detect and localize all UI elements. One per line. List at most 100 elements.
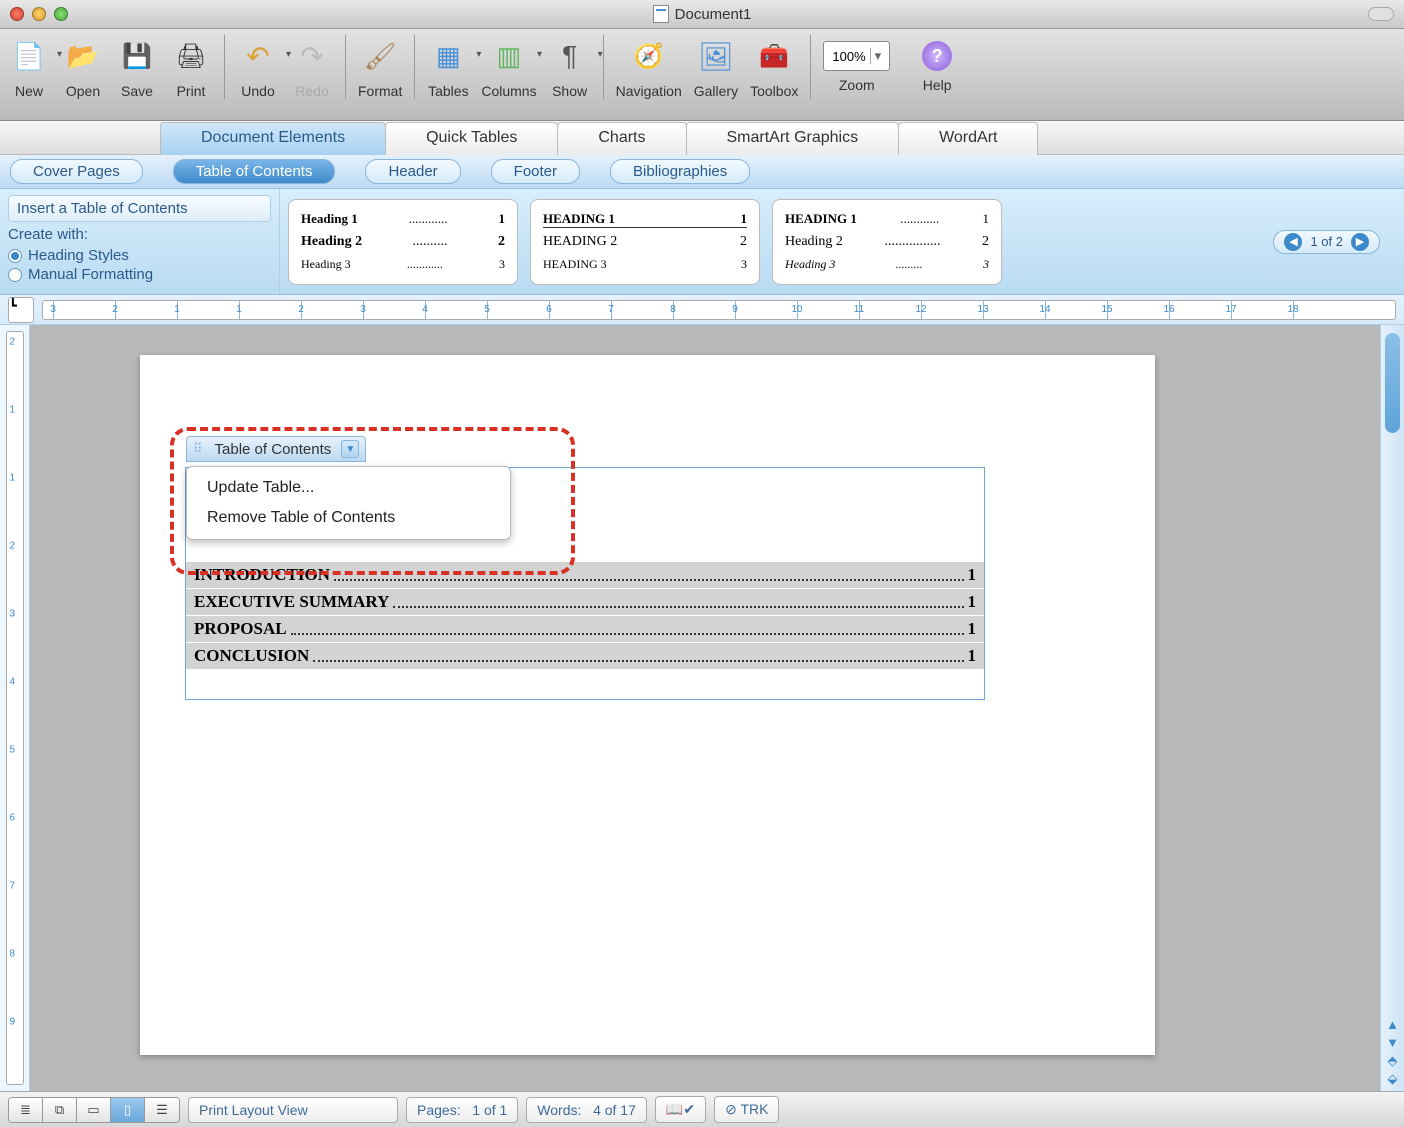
open-icon: 📂 (62, 35, 104, 77)
gallery-icon: 🖼 (695, 35, 737, 77)
zoom-value: 100% (828, 49, 869, 64)
tab-smartart[interactable]: SmartArt Graphics (686, 122, 900, 155)
tab-charts[interactable]: Charts (557, 122, 686, 155)
help-button[interactable]: ?Help (922, 35, 952, 93)
vertical-ruler[interactable]: 21123456789 (6, 331, 24, 1085)
toc-gallery: Heading 1............1 Heading 2........… (280, 189, 1404, 294)
print-button[interactable]: 🖨Print (170, 35, 225, 99)
document-icon (653, 5, 669, 23)
status-bar: ≣ ⧉ ▭ ▯ ☰ Print Layout View Pages: 1 of … (0, 1091, 1404, 1127)
undo-button[interactable]: ↶Undo (237, 35, 279, 99)
next-page-icon[interactable]: ⬙ (1381, 1071, 1404, 1089)
toc-options-row: Insert a Table of Contents Create with: … (0, 189, 1404, 295)
toc-field-handle[interactable]: ⠿ Table of Contents ▼ (186, 436, 366, 462)
menu-remove-toc[interactable]: Remove Table of Contents (187, 503, 510, 533)
cover-pages-button[interactable]: Cover Pages (10, 159, 143, 184)
open-button[interactable]: 📂Open (62, 35, 104, 99)
words-field[interactable]: Words: 4 of 17 (526, 1097, 647, 1123)
view-draft-button[interactable]: ≣ (9, 1098, 43, 1122)
gallery-item[interactable]: HEADING 11 HEADING 22 HEADING 33 (530, 199, 760, 285)
sub-ribbon: Cover Pages Table of Contents Header Foo… (0, 155, 1404, 189)
view-notebook-button[interactable]: ☰ (145, 1098, 179, 1122)
navigation-button[interactable]: 🧭Navigation (616, 35, 682, 99)
toc-entry[interactable]: PROPOSAL1 (186, 615, 984, 642)
pager-label: 1 of 2 (1310, 234, 1343, 249)
view-outline-button[interactable]: ⧉ (43, 1098, 77, 1122)
window-title-text: Document1 (675, 6, 752, 23)
tab-selector[interactable]: ┗ (8, 297, 34, 323)
gallery-button[interactable]: 🖼Gallery (694, 35, 738, 99)
menu-update-table[interactable]: Update Table... (187, 473, 510, 503)
toolbar-pill-button[interactable] (1368, 7, 1394, 21)
toolbox-button[interactable]: 🧰Toolbox (750, 35, 811, 99)
create-with-label: Create with: (8, 226, 271, 243)
gallery-item[interactable]: HEADING 1............1 Heading 2........… (772, 199, 1002, 285)
horizontal-ruler[interactable]: 321123456789101112131415161718 (42, 300, 1396, 320)
view-buttons: ≣ ⧉ ▭ ▯ ☰ (8, 1097, 180, 1123)
radio-dot-icon (8, 268, 22, 282)
tab-quick-tables[interactable]: Quick Tables (385, 122, 558, 155)
print-icon: 🖨 (170, 35, 212, 77)
toc-context-menu: Update Table... Remove Table of Contents (186, 466, 511, 540)
table-of-contents-button[interactable]: Table of Contents (173, 159, 336, 184)
vertical-ruler-gutter: 21123456789 (0, 325, 30, 1091)
radio-manual-formatting[interactable]: Manual Formatting (8, 266, 271, 283)
toc-entry[interactable]: CONCLUSION1 (186, 642, 984, 669)
save-icon: 💾 (116, 35, 158, 77)
tables-button[interactable]: ▦Tables (427, 35, 469, 99)
redo-button[interactable]: ↷Redo (291, 35, 346, 99)
new-icon: 📄 (8, 35, 50, 77)
undo-icon: ↶ (237, 35, 279, 77)
help-icon: ? (922, 41, 952, 71)
pager-prev-button[interactable]: ◀ (1284, 233, 1302, 251)
bibliographies-button[interactable]: Bibliographies (610, 159, 750, 184)
columns-button[interactable]: ▥Columns (481, 35, 536, 99)
tab-wordart[interactable]: WordArt (898, 122, 1038, 155)
scroll-down-icon[interactable]: ▼ (1381, 1035, 1404, 1053)
radio-dot-icon (8, 249, 22, 263)
show-icon: ¶ (549, 35, 591, 77)
toc-field[interactable]: ⠿ Table of Contents ▼ Update Table... Re… (185, 467, 985, 700)
tab-document-elements[interactable]: Document Elements (160, 122, 386, 155)
header-button[interactable]: Header (365, 159, 460, 184)
trk-button[interactable]: ⊘ TRK (714, 1096, 779, 1123)
toc-handle-label: Table of Contents (209, 441, 338, 458)
scroll-up-icon[interactable]: ▲ (1381, 1017, 1404, 1035)
radio-heading-styles[interactable]: Heading Styles (8, 247, 271, 264)
view-label[interactable]: Print Layout View (188, 1097, 398, 1123)
main-toolbar: 📄New 📂Open 💾Save 🖨Print ↶Undo ↷Redo 🖌For… (0, 29, 1404, 121)
toc-entry[interactable]: INTRODUCTION1 (186, 562, 984, 588)
insert-toc-header: Insert a Table of Contents (8, 195, 271, 222)
gallery-item[interactable]: Heading 1............1 Heading 2........… (288, 199, 518, 285)
chevron-down-icon[interactable]: ▾ (870, 48, 886, 64)
format-icon: 🖌 (359, 35, 401, 77)
redo-icon: ↷ (291, 35, 333, 77)
toc-entry[interactable]: EXECUTIVE SUMMARY1 (186, 588, 984, 615)
prev-page-icon[interactable]: ⬘ (1381, 1053, 1404, 1071)
save-button[interactable]: 💾Save (116, 35, 158, 99)
vertical-scrollbar[interactable]: ▲ ▼ ⬘ ⬙ (1380, 325, 1404, 1091)
ruler-row: ┗ 321123456789101112131415161718 (0, 295, 1404, 325)
format-button[interactable]: 🖌Format (358, 35, 415, 99)
gallery-pager: ◀ 1 of 2 ▶ (1273, 230, 1380, 254)
columns-icon: ▥ (488, 35, 530, 77)
toc-dropdown-button[interactable]: ▼ (341, 440, 359, 458)
tables-icon: ▦ (427, 35, 469, 77)
pager-next-button[interactable]: ▶ (1351, 233, 1369, 251)
document-area: 21123456789 ⠿ Table of Contents ▼ Update… (0, 325, 1404, 1091)
new-button[interactable]: 📄New (8, 35, 50, 99)
titlebar: Document1 (0, 0, 1404, 29)
document-canvas[interactable]: ⠿ Table of Contents ▼ Update Table... Re… (30, 325, 1380, 1091)
view-publishing-button[interactable]: ▭ (77, 1098, 111, 1122)
toc-options-panel: Insert a Table of Contents Create with: … (0, 189, 280, 294)
grip-icon[interactable]: ⠿ (193, 441, 205, 457)
view-print-layout-button[interactable]: ▯ (111, 1098, 145, 1122)
ribbon-tabs: Document Elements Quick Tables Charts Sm… (0, 121, 1404, 155)
scrollbar-thumb[interactable] (1385, 333, 1400, 433)
spellcheck-button[interactable]: 📖✔ (655, 1096, 706, 1123)
toolbox-icon: 🧰 (753, 35, 795, 77)
show-button[interactable]: ¶Show (549, 35, 604, 99)
pages-field[interactable]: Pages: 1 of 1 (406, 1097, 518, 1123)
zoom-control[interactable]: 100%▾ Zoom (823, 35, 890, 93)
footer-button[interactable]: Footer (491, 159, 580, 184)
